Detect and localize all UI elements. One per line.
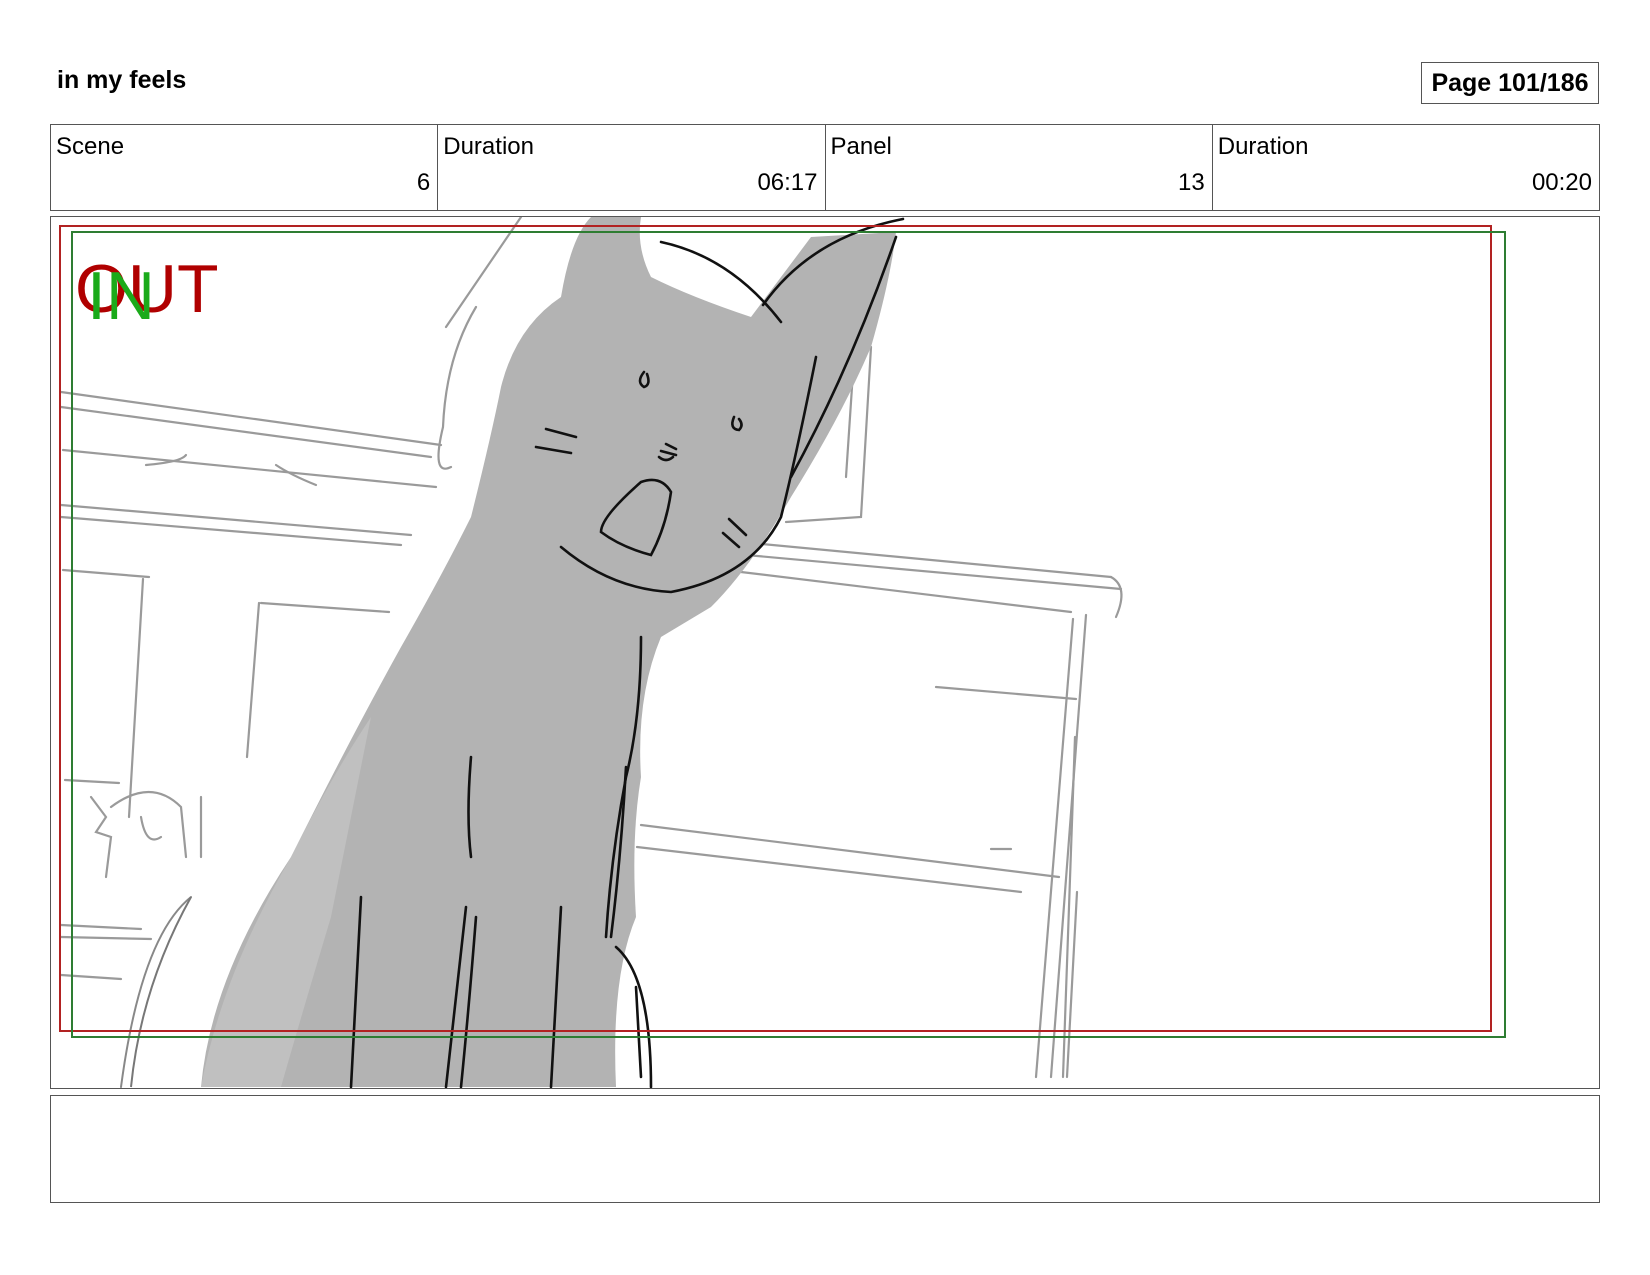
panel-notes-box <box>50 1095 1600 1203</box>
panel-cell: Panel 13 <box>826 125 1213 210</box>
panel-info-table: Scene 6 Duration 06:17 Panel 13 Duration… <box>50 124 1600 211</box>
storyboard-panel-image: OUT IN <box>50 216 1600 1089</box>
cat-back-line <box>120 896 192 1088</box>
panel-duration-value: 00:20 <box>1531 169 1592 196</box>
scene-duration-value: 06:17 <box>757 169 818 196</box>
panel-duration-cell: Duration 00:20 <box>1213 125 1599 210</box>
panel-duration-label: Duration <box>1217 133 1309 160</box>
panel-label: Panel <box>830 133 892 160</box>
panel-value: 13 <box>1178 169 1205 196</box>
panel-drawing: OUT IN <box>59 217 1506 1088</box>
scene-label: Scene <box>56 133 125 160</box>
scene-duration-cell: Duration 06:17 <box>438 125 826 210</box>
in-marker: IN <box>87 258 155 334</box>
scene-value: 6 <box>416 169 431 196</box>
cat-sketch <box>120 217 905 1088</box>
scene-duration-label: Duration <box>443 133 534 160</box>
page-number-box: Page 101/186 <box>1421 62 1599 104</box>
storyboard-title: in my feels <box>57 66 187 94</box>
scene-cell: Scene 6 <box>51 125 439 210</box>
